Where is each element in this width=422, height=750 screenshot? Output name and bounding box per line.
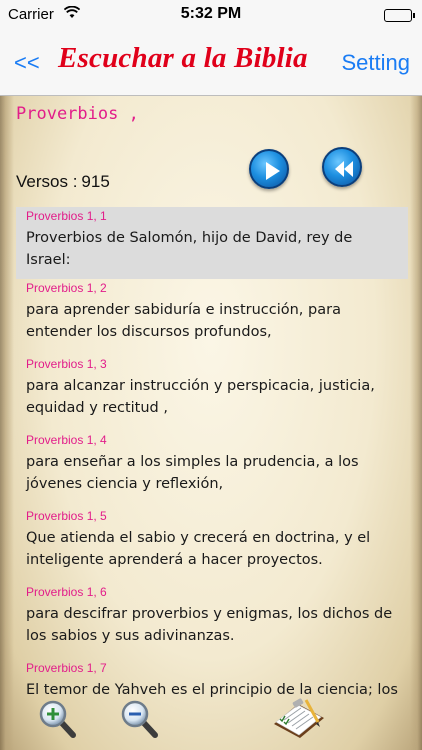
zoom-out-icon[interactable] xyxy=(119,698,161,740)
verse-reference: Proverbios 1, 1 xyxy=(26,209,107,223)
verse-item[interactable]: Proverbios 1, 1 Proverbios de Salomón, h… xyxy=(16,207,408,279)
book-title: Proverbios , xyxy=(16,104,139,124)
verse-count-value: 915 xyxy=(81,172,110,191)
play-icon xyxy=(266,162,280,180)
verse-reference: Proverbios 1, 3 xyxy=(26,357,107,371)
rewind-icon xyxy=(335,161,353,177)
verse-item[interactable]: Proverbios 1, 6 para descifrar proverbio… xyxy=(16,583,408,659)
verse-item[interactable]: Proverbios 1, 2 para aprender sabiduría … xyxy=(16,279,408,355)
back-button[interactable]: << xyxy=(14,50,40,76)
verse-reference: Proverbios 1, 2 xyxy=(26,281,107,295)
parchment-edge-right xyxy=(410,96,422,750)
verse-reference: Proverbios 1, 4 xyxy=(26,433,107,447)
parchment-edge-left xyxy=(0,96,14,750)
verse-reference: Proverbios 1, 6 xyxy=(26,585,107,599)
verse-text: Que atienda el sabio y crecerá en doctri… xyxy=(26,530,371,568)
verse-text: para descifrar proverbios y enigmas, los… xyxy=(26,606,393,644)
navigation-bar: << Escuchar a la Biblia Setting xyxy=(0,30,422,96)
status-bar: Carrier 5:32 PM xyxy=(0,0,422,30)
verse-text: para alcanzar instrucción y perspicacia,… xyxy=(26,378,375,416)
verse-count: Versos :915 xyxy=(16,172,110,192)
battery-icon xyxy=(384,9,415,22)
play-button[interactable] xyxy=(249,149,289,189)
verse-text: Proverbios de Salomón, hijo de David, re… xyxy=(26,230,353,268)
verse-item[interactable]: Proverbios 1, 3 para alcanzar instrucció… xyxy=(16,355,408,431)
bottom-toolbar xyxy=(0,694,422,750)
setting-button[interactable]: Setting xyxy=(342,50,411,76)
clipboard-notes-icon[interactable] xyxy=(268,694,328,740)
verse-count-label: Versos : xyxy=(16,172,78,191)
verse-list[interactable]: Proverbios 1, 1 Proverbios de Salomón, h… xyxy=(16,207,408,713)
verse-item[interactable]: Proverbios 1, 5 Que atienda el sabio y c… xyxy=(16,507,408,583)
verse-text: para enseñar a los simples la prudencia,… xyxy=(26,454,359,492)
status-time: 5:32 PM xyxy=(180,5,242,22)
verse-text: para aprender sabiduría e instrucción, p… xyxy=(26,302,341,340)
verse-item[interactable]: Proverbios 1, 4 para enseñar a los simpl… xyxy=(16,431,408,507)
page-title: Escuchar a la Biblia xyxy=(58,42,308,74)
verse-reference: Proverbios 1, 7 xyxy=(26,661,107,675)
zoom-in-icon[interactable] xyxy=(37,698,79,740)
verse-reference: Proverbios 1, 5 xyxy=(26,509,107,523)
rewind-button[interactable] xyxy=(322,147,362,187)
